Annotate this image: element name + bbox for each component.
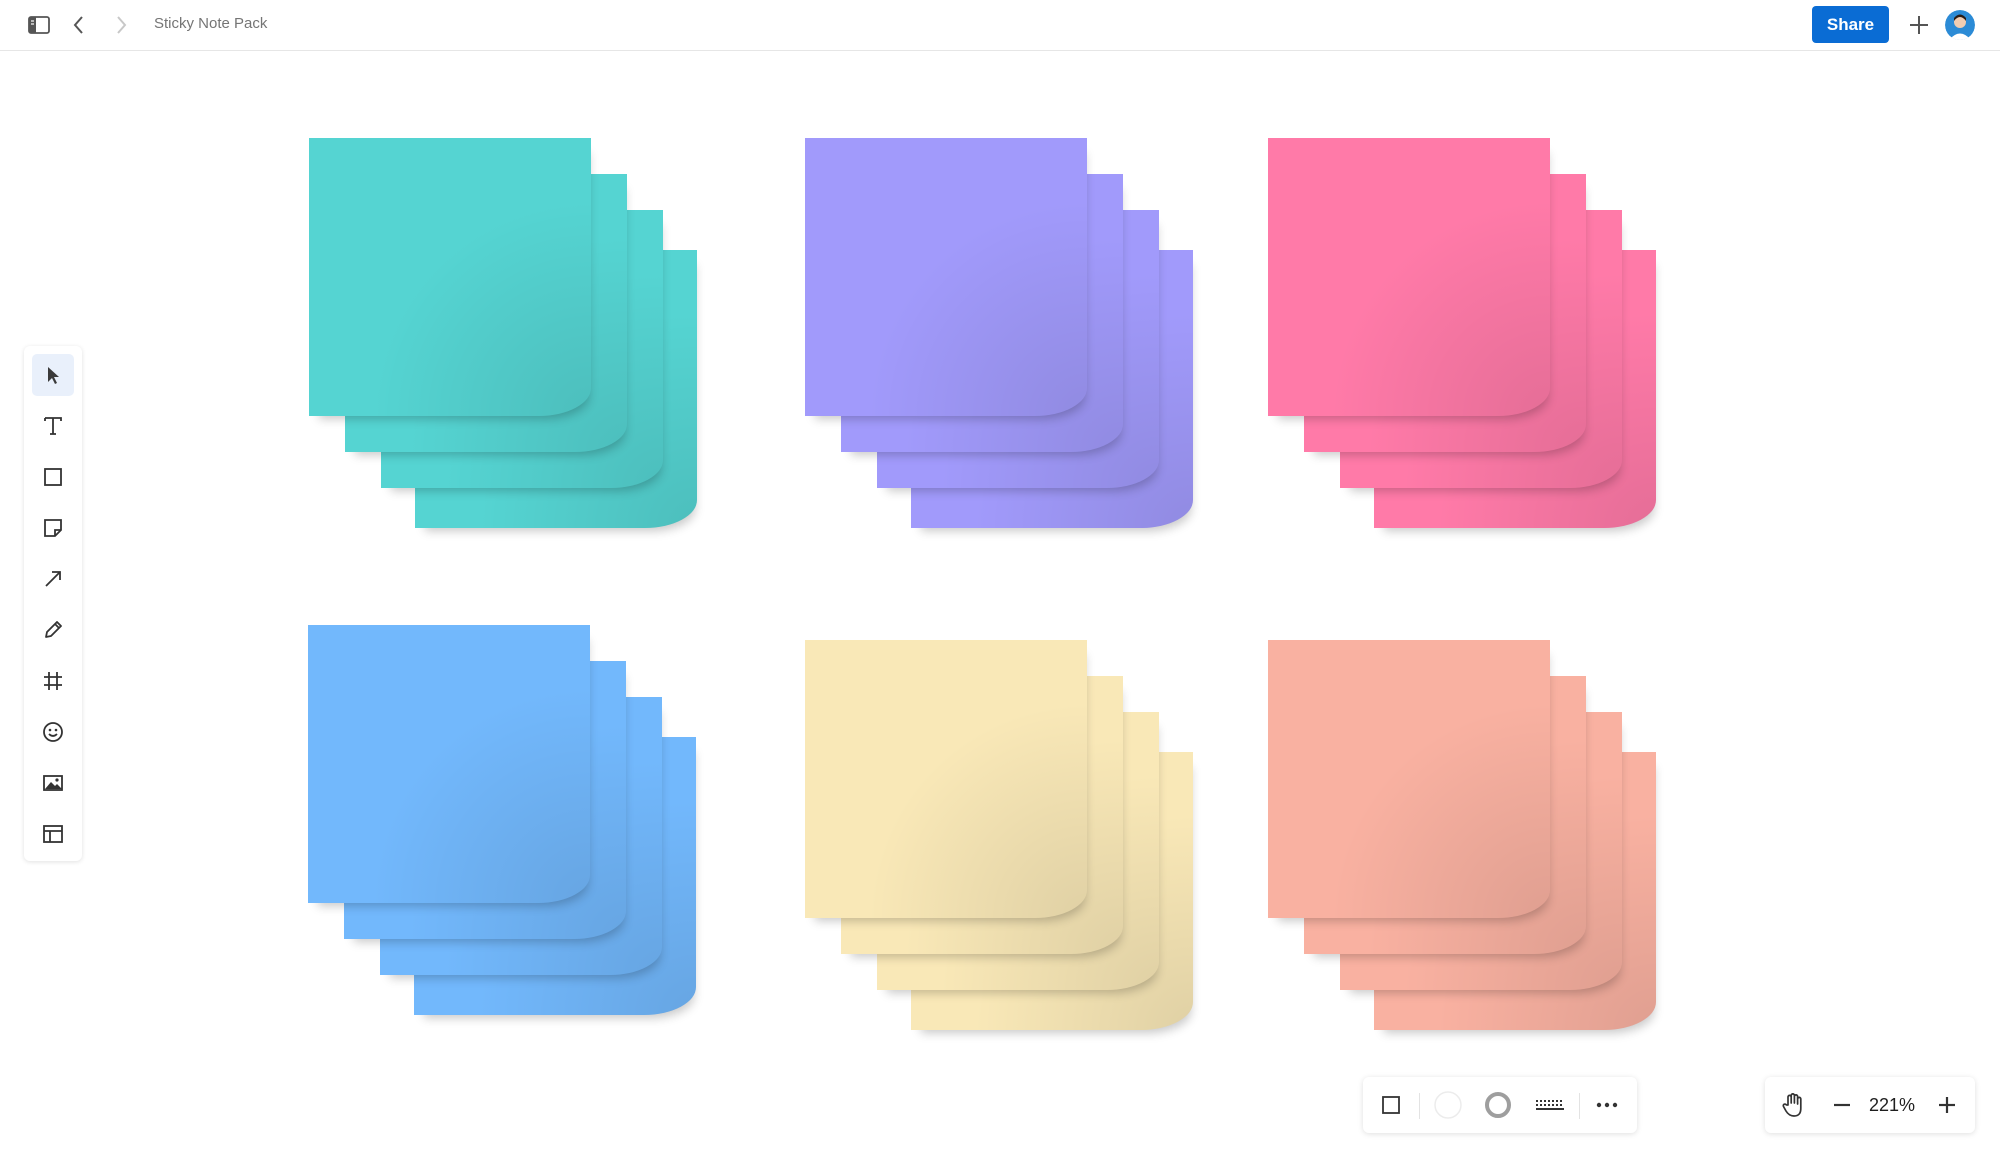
sticky-note[interactable] [309,138,591,416]
pen-tool[interactable] [32,609,74,651]
user-avatar[interactable] [1945,10,1975,40]
fill-circle-icon[interactable] [1428,1085,1468,1125]
image-icon [43,775,63,791]
bottom-toolbar [1363,1077,1637,1133]
rectangle-tool[interactable] [32,456,74,498]
sticky-note[interactable] [1268,640,1550,918]
text-icon [44,417,62,435]
sticky-note[interactable] [805,138,1087,416]
zoom-level[interactable]: 221% [1869,1095,1915,1116]
arrow-tool[interactable] [32,558,74,600]
smiley-icon [43,722,63,742]
arrow-icon [45,571,61,587]
top-bar: Sticky Note Pack Share [0,0,2000,51]
hand-icon[interactable] [1773,1085,1813,1125]
sticky-note-tool[interactable] [32,507,74,549]
layout-icon [43,825,63,843]
select-tool[interactable] [32,354,74,396]
pencil-icon [45,621,62,638]
divider [1579,1093,1580,1119]
template-tool[interactable] [32,813,74,855]
pointer-icon [48,367,59,384]
frame-tool[interactable] [32,660,74,702]
square-icon[interactable] [1371,1085,1411,1125]
minus-icon[interactable] [1822,1085,1862,1125]
zoom-toolbar: 221% [1765,1077,1975,1133]
sticky-note-icon [44,519,62,537]
text-tool[interactable] [32,405,74,447]
sticky-note[interactable] [805,640,1087,918]
plus-icon[interactable] [1927,1085,1967,1125]
share-button[interactable]: Share [1812,6,1889,43]
keyboard-icon[interactable] [1530,1085,1570,1125]
image-tool[interactable] [32,762,74,804]
plus-icon[interactable] [1905,11,1933,39]
sidebar-toggle-icon[interactable] [25,11,53,39]
stroke-circle-icon[interactable] [1478,1085,1518,1125]
square-icon [44,468,62,486]
chevron-right-icon[interactable] [107,11,135,39]
left-toolbar [24,346,82,861]
frame-icon [44,672,62,690]
sticky-note[interactable] [308,625,590,903]
more-icon[interactable] [1587,1085,1627,1125]
document-title[interactable]: Sticky Note Pack [154,15,267,32]
chevron-left-icon[interactable] [65,11,93,39]
divider [1419,1093,1420,1119]
sticky-note[interactable] [1268,138,1550,416]
emoji-tool[interactable] [32,711,74,753]
